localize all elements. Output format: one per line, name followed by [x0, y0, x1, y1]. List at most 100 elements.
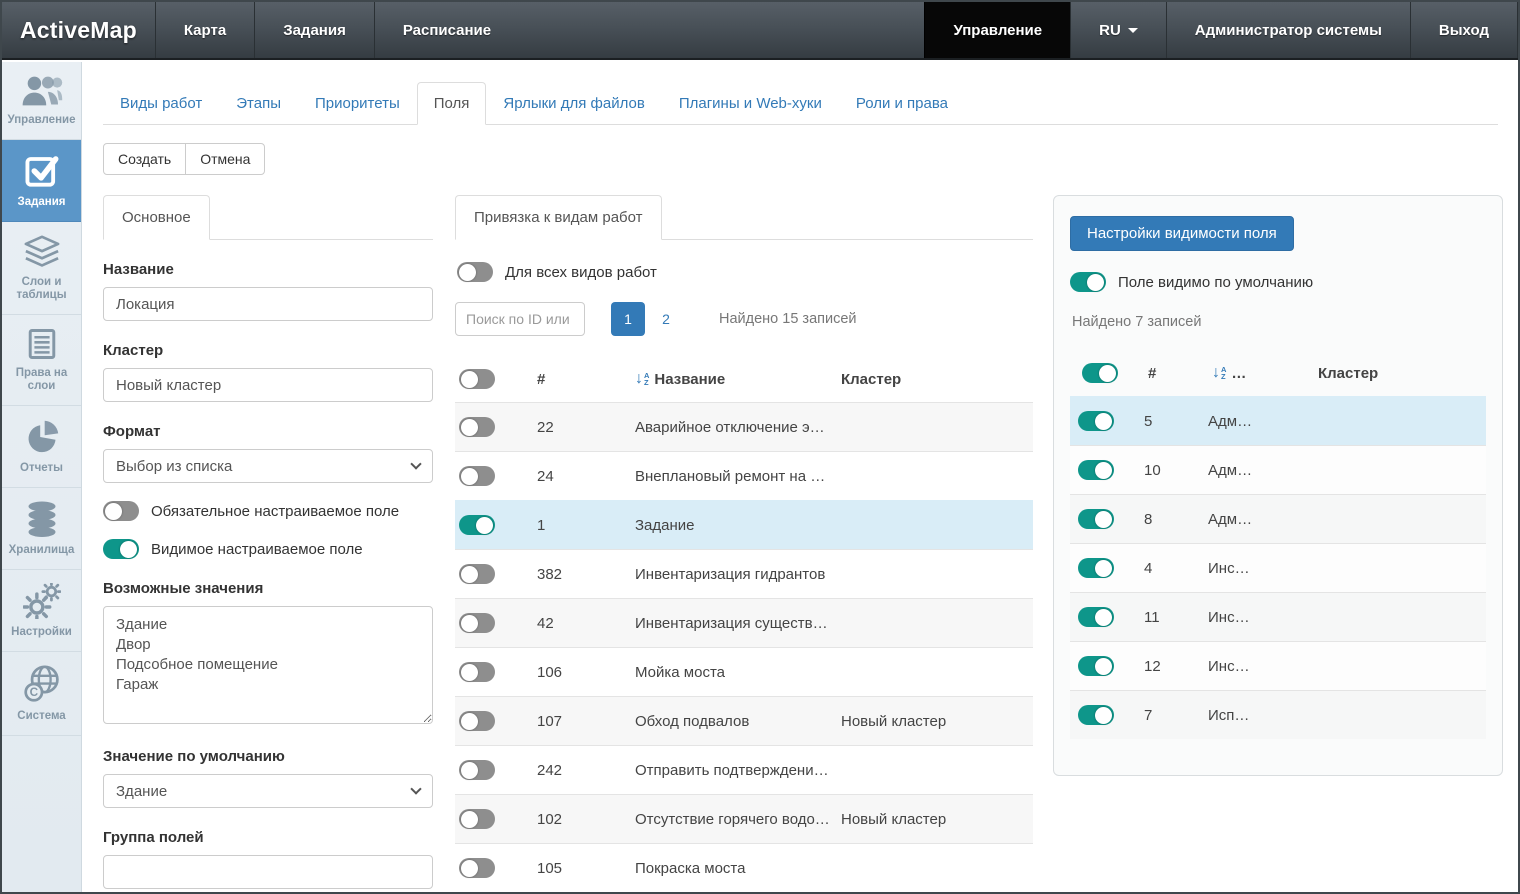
create-button[interactable]: Создать — [103, 143, 186, 175]
field-group-field[interactable] — [103, 855, 433, 889]
table-row[interactable]: 4 Инс… — [1070, 543, 1486, 592]
table-row[interactable]: 382 Инвентаризация гидрантов — [455, 549, 1033, 598]
row-toggle[interactable] — [459, 466, 495, 486]
row-id: 10 — [1144, 462, 1208, 479]
sidebar-item-layer-rights[interactable]: Права на слои — [2, 315, 81, 406]
table-row[interactable]: 105 Покраска моста — [455, 843, 1033, 892]
row-toggle[interactable] — [1078, 460, 1114, 480]
field-visibility-settings-button[interactable]: Настройки видимости поля — [1070, 216, 1294, 251]
table-row[interactable]: 1 Задание — [455, 500, 1033, 549]
main-content: Виды работ Этапы Приоритеты Поля Ярлыки … — [83, 62, 1518, 892]
page-button-2[interactable]: 2 — [649, 302, 683, 336]
required-field-toggle[interactable] — [103, 501, 139, 521]
tab-work-types[interactable]: Виды работ — [103, 82, 219, 125]
table-row[interactable]: 5 Адм… — [1070, 396, 1486, 445]
language-dropdown[interactable]: RU — [1070, 2, 1166, 58]
row-toggle[interactable] — [459, 711, 495, 731]
id-column-header[interactable]: # — [1148, 365, 1212, 382]
tab-priorities[interactable]: Приоритеты — [298, 82, 417, 125]
sidebar-item-system[interactable]: C Система — [2, 652, 81, 736]
row-id: 7 — [1144, 707, 1208, 724]
table-row[interactable]: 107 Обход подвалов Новый кластер — [455, 696, 1033, 745]
id-column-header[interactable]: # — [537, 371, 635, 388]
table-row[interactable]: 12 Инс… — [1070, 641, 1486, 690]
table-row[interactable]: 22 Аварийное отключение э… — [455, 402, 1033, 451]
row-toggle[interactable] — [459, 613, 495, 633]
row-name: Инс… — [1208, 658, 1314, 675]
topnav-schedule[interactable]: Расписание — [374, 2, 519, 58]
row-toggle[interactable] — [1078, 509, 1114, 529]
row-toggle[interactable] — [459, 760, 495, 780]
table-row[interactable]: 11 Инс… — [1070, 592, 1486, 641]
sidebar-item-reports[interactable]: Отчеты — [2, 406, 81, 488]
topnav-administration[interactable]: Управление — [924, 2, 1070, 58]
table-row[interactable]: 7 Исп… — [1070, 690, 1486, 739]
cluster-column-header[interactable]: Кластер — [1318, 365, 1486, 382]
cluster-field[interactable] — [103, 368, 433, 402]
sidebar-item-storage[interactable]: Хранилища — [2, 488, 81, 570]
row-toggle[interactable] — [459, 564, 495, 584]
field-visible-by-default-toggle[interactable] — [1070, 272, 1106, 292]
tab-plugins-webhooks[interactable]: Плагины и Web-хуки — [662, 82, 839, 125]
row-toggle[interactable] — [1078, 607, 1114, 627]
possible-values-textarea[interactable]: Здание Двор Подсобное помещение Гараж — [103, 606, 433, 724]
cluster-column-header[interactable]: Кластер — [841, 371, 1033, 388]
row-toggle[interactable] — [459, 662, 495, 682]
logout-button[interactable]: Выход — [1410, 2, 1518, 58]
header-toggle[interactable] — [459, 369, 495, 389]
search-input[interactable] — [455, 302, 585, 336]
tab-file-labels[interactable]: Ярлыки для файлов — [486, 82, 661, 125]
sidebar-item-tasks[interactable]: Задания — [2, 140, 81, 222]
row-id: 24 — [537, 468, 635, 485]
row-toggle[interactable] — [459, 417, 495, 437]
tab-fields[interactable]: Поля — [417, 82, 487, 125]
all-work-types-toggle[interactable] — [457, 262, 493, 282]
page-button-1[interactable]: 1 — [611, 302, 645, 336]
row-toggle[interactable] — [1078, 411, 1114, 431]
svg-text:C: C — [29, 686, 38, 699]
sidebar-item-settings[interactable]: Настройки — [2, 570, 81, 652]
visible-field-toggle-label: Видимое настраиваемое поле — [151, 541, 363, 558]
table-row[interactable]: 24 Внеплановый ремонт на … — [455, 451, 1033, 500]
format-select[interactable]: Выбор из списка — [103, 449, 433, 483]
table-row[interactable]: 242 Отправить подтверждени… — [455, 745, 1033, 794]
row-toggle[interactable] — [459, 515, 495, 535]
sidebar-item-label: Управление — [8, 114, 76, 127]
row-toggle[interactable] — [459, 858, 495, 878]
row-name: Внеплановый ремонт на … — [635, 468, 841, 485]
layers-icon — [23, 235, 61, 269]
current-user[interactable]: Администратор системы — [1166, 2, 1410, 58]
row-name: Аварийное отключение э… — [635, 419, 841, 436]
task-check-icon — [24, 153, 60, 189]
name-column-header[interactable]: ↓AZ … — [1212, 365, 1318, 382]
cancel-button[interactable]: Отмена — [185, 143, 265, 175]
name-column-header[interactable]: ↓AZНазвание — [635, 371, 841, 388]
row-toggle[interactable] — [1078, 558, 1114, 578]
header-toggle[interactable] — [1082, 363, 1118, 383]
table-row[interactable]: 42 Инвентаризация существ… — [455, 598, 1033, 647]
sidebar-item-layers[interactable]: Слои и таблицы — [2, 222, 81, 315]
topnav-map[interactable]: Карта — [155, 2, 254, 58]
tab-stages[interactable]: Этапы — [219, 82, 298, 125]
row-toggle[interactable] — [459, 809, 495, 829]
sort-alpha-desc-icon: ↓AZ — [1212, 366, 1226, 380]
sidebar-item-administration[interactable]: Управление — [2, 62, 81, 140]
row-toggle[interactable] — [1078, 705, 1114, 725]
table-row[interactable]: 106 Мойка моста — [455, 647, 1033, 696]
name-field[interactable] — [103, 287, 433, 321]
tab-roles-rights[interactable]: Роли и права — [839, 82, 965, 125]
table-row[interactable]: 8 Адм… — [1070, 494, 1486, 543]
table-row[interactable]: 10 Адм… — [1070, 445, 1486, 494]
topnav-tasks[interactable]: Задания — [254, 2, 374, 58]
default-value-select[interactable]: Здание — [103, 774, 433, 808]
row-toggle[interactable] — [1078, 656, 1114, 676]
visible-field-toggle[interactable] — [103, 539, 139, 559]
work-types-table: # ↓AZНазвание Кластер 22 Аварийное отклю… — [455, 356, 1033, 892]
records-found-text: Найдено 15 записей — [719, 311, 857, 327]
name-column-header-label: … — [1231, 365, 1246, 382]
tab-work-type-binding[interactable]: Привязка к видам работ — [455, 195, 662, 240]
table-row[interactable]: 102 Отсутствие горячего водо… Новый клас… — [455, 794, 1033, 843]
tab-general[interactable]: Основное — [103, 195, 210, 240]
sidebar-item-label: Настройки — [11, 626, 72, 639]
topnav-map-label: Карта — [184, 22, 226, 39]
